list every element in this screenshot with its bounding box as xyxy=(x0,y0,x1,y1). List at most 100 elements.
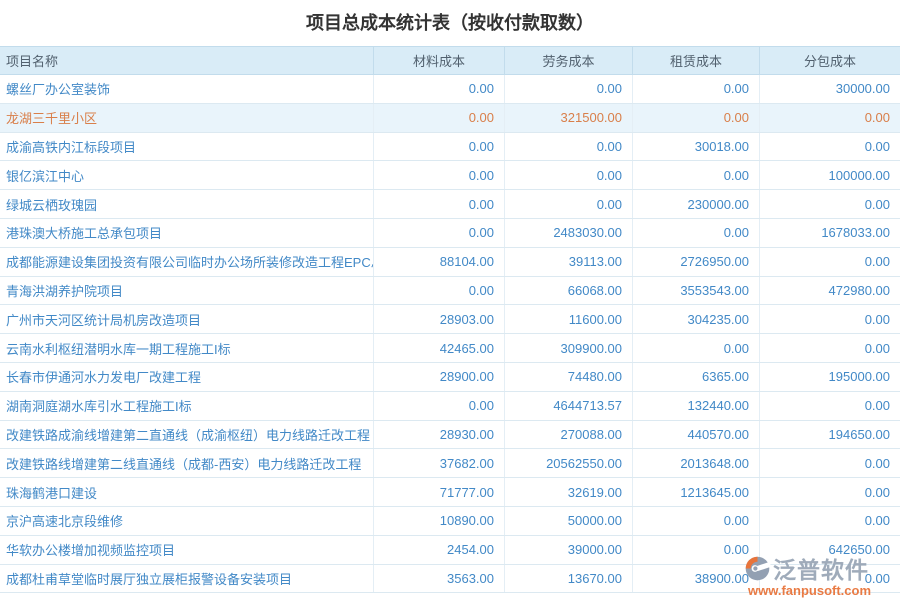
material-cost-cell: 0.00 xyxy=(374,392,505,420)
table-row[interactable]: 广州市天河区统计局机房改造项目28903.0011600.00304235.00… xyxy=(0,305,900,334)
project-name-cell[interactable]: 长春市伊通河水力发电厂改建工程 xyxy=(0,363,374,391)
labor-cost-cell: 20562550.00 xyxy=(505,449,633,477)
rental-cost-cell: 230000.00 xyxy=(633,190,760,218)
table-row[interactable]: 云南水利枢纽潜明水库一期工程施工I标42465.00309900.000.000… xyxy=(0,334,900,363)
rental-cost-cell: 6365.00 xyxy=(633,363,760,391)
rental-cost-cell: 0.00 xyxy=(633,507,760,535)
material-cost-cell: 37682.00 xyxy=(374,449,505,477)
labor-cost-cell: 39113.00 xyxy=(505,248,633,276)
project-name-cell[interactable]: 银亿滨江中心 xyxy=(0,161,374,189)
rental-cost-cell: 304235.00 xyxy=(633,305,760,333)
page-title: 项目总成本统计表（按收付款取数） xyxy=(0,0,900,46)
table-row[interactable]: 青海洪湖养护院项目0.0066068.003553543.00472980.00 xyxy=(0,277,900,306)
material-cost-cell: 71777.00 xyxy=(374,478,505,506)
subcontract-cost-cell: 1678033.00 xyxy=(760,219,900,247)
subcontract-cost-cell: 194650.00 xyxy=(760,421,900,449)
project-name-cell[interactable]: 成渝高铁内江标段项目 xyxy=(0,133,374,161)
labor-cost-cell: 50000.00 xyxy=(505,507,633,535)
material-cost-cell: 88104.00 xyxy=(374,248,505,276)
rental-cost-cell: 0.00 xyxy=(633,104,760,132)
project-name-cell[interactable]: 改建铁路线增建第二线直通线（成都-西安）电力线路迁改工程 xyxy=(0,449,374,477)
table-row[interactable]: 京沪高速北京段维修10890.0050000.000.000.00 xyxy=(0,507,900,536)
table-row[interactable]: 成渝高铁内江标段项目0.000.0030018.000.00 xyxy=(0,133,900,162)
material-cost-cell: 10890.00 xyxy=(374,507,505,535)
subcontract-cost-cell: 100000.00 xyxy=(760,161,900,189)
material-cost-cell: 0.00 xyxy=(374,75,505,103)
col-header-project-name[interactable]: 项目名称 xyxy=(0,47,374,74)
rental-cost-cell: 0.00 xyxy=(633,334,760,362)
subcontract-cost-cell: 0.00 xyxy=(760,392,900,420)
project-name-cell[interactable]: 京沪高速北京段维修 xyxy=(0,507,374,535)
subcontract-cost-cell: 0.00 xyxy=(760,104,900,132)
table-header-row: 项目名称 材料成本 劳务成本 租赁成本 分包成本 xyxy=(0,46,900,75)
table-row[interactable]: 改建铁路成渝线增建第二直通线（成渝枢纽）电力线路迁改工程28930.002700… xyxy=(0,421,900,450)
subcontract-cost-cell: 0.00 xyxy=(760,248,900,276)
subcontract-cost-cell: 0.00 xyxy=(760,449,900,477)
material-cost-cell: 28930.00 xyxy=(374,421,505,449)
col-header-subcontract-cost[interactable]: 分包成本 xyxy=(760,47,900,74)
labor-cost-cell: 32619.00 xyxy=(505,478,633,506)
table-row[interactable]: 绿城云栖玫瑰园0.000.00230000.000.00 xyxy=(0,190,900,219)
table-row[interactable]: 银亿滨江中心0.000.000.00100000.00 xyxy=(0,161,900,190)
table-row[interactable]: 长春市伊通河水力发电厂改建工程28900.0074480.006365.0019… xyxy=(0,363,900,392)
labor-cost-cell: 0.00 xyxy=(505,75,633,103)
project-name-cell[interactable]: 云南水利枢纽潜明水库一期工程施工I标 xyxy=(0,334,374,362)
material-cost-cell: 28903.00 xyxy=(374,305,505,333)
table-row[interactable]: 港珠澳大桥施工总承包项目0.002483030.000.001678033.00 xyxy=(0,219,900,248)
project-name-cell[interactable]: 绿城云栖玫瑰园 xyxy=(0,190,374,218)
rental-cost-cell: 38900.00 xyxy=(633,565,760,593)
rental-cost-cell: 2013648.00 xyxy=(633,449,760,477)
project-name-cell[interactable]: 龙湖三千里小区 xyxy=(0,104,374,132)
project-name-cell[interactable]: 广州市天河区统计局机房改造项目 xyxy=(0,305,374,333)
project-name-cell[interactable]: 螺丝厂办公室装饰 xyxy=(0,75,374,103)
col-header-material-cost[interactable]: 材料成本 xyxy=(374,47,505,74)
project-name-cell[interactable]: 改建铁路成渝线增建第二直通线（成渝枢纽）电力线路迁改工程 xyxy=(0,421,374,449)
project-name-cell[interactable]: 成都杜甫草堂临时展厅独立展柜报警设备安装项目 xyxy=(0,565,374,593)
table-row[interactable]: 成都能源建设集团投资有限公司临时办公场所装修改造工程EPC总承包88104.00… xyxy=(0,248,900,277)
labor-cost-cell: 309900.00 xyxy=(505,334,633,362)
subcontract-cost-cell: 195000.00 xyxy=(760,363,900,391)
project-name-cell[interactable]: 港珠澳大桥施工总承包项目 xyxy=(0,219,374,247)
labor-cost-cell: 270088.00 xyxy=(505,421,633,449)
project-name-cell[interactable]: 青海洪湖养护院项目 xyxy=(0,277,374,305)
labor-cost-cell: 2483030.00 xyxy=(505,219,633,247)
table-row[interactable]: 成都杜甫草堂临时展厅独立展柜报警设备安装项目3563.0013670.00389… xyxy=(0,565,900,594)
material-cost-cell: 28900.00 xyxy=(374,363,505,391)
rental-cost-cell: 3553543.00 xyxy=(633,277,760,305)
labor-cost-cell: 0.00 xyxy=(505,190,633,218)
subcontract-cost-cell: 0.00 xyxy=(760,478,900,506)
table-row[interactable]: 改建铁路线增建第二线直通线（成都-西安）电力线路迁改工程37682.002056… xyxy=(0,449,900,478)
table-row[interactable]: 珠海鹤港口建设71777.0032619.001213645.000.00 xyxy=(0,478,900,507)
project-name-cell[interactable]: 华软办公楼增加视频监控项目 xyxy=(0,536,374,564)
material-cost-cell: 0.00 xyxy=(374,277,505,305)
labor-cost-cell: 66068.00 xyxy=(505,277,633,305)
subcontract-cost-cell: 30000.00 xyxy=(760,75,900,103)
table-row[interactable]: 湖南洞庭湖水库引水工程施工I标0.004644713.57132440.000.… xyxy=(0,392,900,421)
rental-cost-cell: 0.00 xyxy=(633,75,760,103)
subcontract-cost-cell: 0.00 xyxy=(760,305,900,333)
subcontract-cost-cell: 642650.00 xyxy=(760,536,900,564)
subcontract-cost-cell: 0.00 xyxy=(760,507,900,535)
cost-statistics-table: 项目名称 材料成本 劳务成本 租赁成本 分包成本 螺丝厂办公室装饰0.000.0… xyxy=(0,46,900,593)
material-cost-cell: 0.00 xyxy=(374,133,505,161)
table-row[interactable]: 螺丝厂办公室装饰0.000.000.0030000.00 xyxy=(0,75,900,104)
rental-cost-cell: 0.00 xyxy=(633,219,760,247)
material-cost-cell: 42465.00 xyxy=(374,334,505,362)
rental-cost-cell: 0.00 xyxy=(633,536,760,564)
labor-cost-cell: 39000.00 xyxy=(505,536,633,564)
col-header-labor-cost[interactable]: 劳务成本 xyxy=(505,47,633,74)
material-cost-cell: 0.00 xyxy=(374,161,505,189)
col-header-rental-cost[interactable]: 租赁成本 xyxy=(633,47,760,74)
subcontract-cost-cell: 0.00 xyxy=(760,190,900,218)
rental-cost-cell: 30018.00 xyxy=(633,133,760,161)
project-name-cell[interactable]: 成都能源建设集团投资有限公司临时办公场所装修改造工程EPC总承包 xyxy=(0,248,374,276)
table-row[interactable]: 华软办公楼增加视频监控项目2454.0039000.000.00642650.0… xyxy=(0,536,900,565)
labor-cost-cell: 11600.00 xyxy=(505,305,633,333)
subcontract-cost-cell: 0.00 xyxy=(760,133,900,161)
project-name-cell[interactable]: 湖南洞庭湖水库引水工程施工I标 xyxy=(0,392,374,420)
material-cost-cell: 2454.00 xyxy=(374,536,505,564)
labor-cost-cell: 13670.00 xyxy=(505,565,633,593)
table-row[interactable]: 龙湖三千里小区0.00321500.000.000.00 xyxy=(0,104,900,133)
project-name-cell[interactable]: 珠海鹤港口建设 xyxy=(0,478,374,506)
rental-cost-cell: 1213645.00 xyxy=(633,478,760,506)
